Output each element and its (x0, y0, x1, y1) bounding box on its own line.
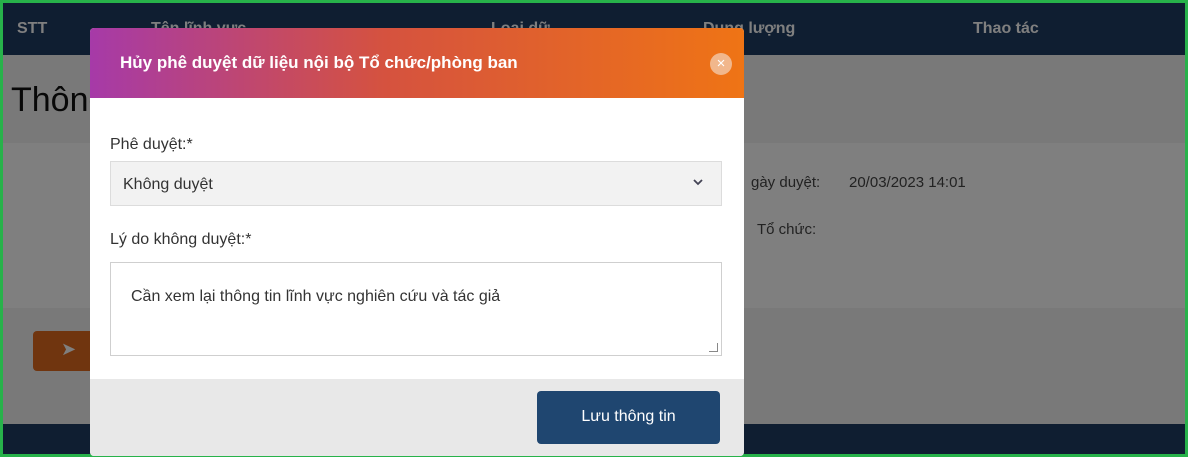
approval-select-value: Không duyệt (123, 176, 213, 193)
close-icon[interactable]: × (710, 53, 732, 75)
dialog-title: Hủy phê duyệt dữ liệu nội bộ Tổ chức/phò… (120, 53, 518, 72)
cancel-approval-dialog: Hủy phê duyệt dữ liệu nội bộ Tổ chức/phò… (90, 28, 744, 456)
chevron-down-icon (691, 172, 705, 197)
save-button-label: Lưu thông tin (581, 408, 676, 425)
dialog-header: Hủy phê duyệt dữ liệu nội bộ Tổ chức/phò… (90, 28, 744, 98)
approval-label: Phê duyệt:* (110, 136, 193, 153)
reason-textarea[interactable]: Cần xem lại thông tin lĩnh vực nghiên cứ… (110, 262, 722, 356)
dialog-footer: Lưu thông tin (90, 379, 744, 456)
resize-handle-icon[interactable] (709, 343, 718, 352)
reason-text: Cần xem lại thông tin lĩnh vực nghiên cứ… (131, 288, 501, 305)
approval-select[interactable]: Không duyệt (110, 161, 722, 206)
save-button[interactable]: Lưu thông tin (537, 391, 720, 444)
reason-label: Lý do không duyệt:* (110, 231, 252, 248)
